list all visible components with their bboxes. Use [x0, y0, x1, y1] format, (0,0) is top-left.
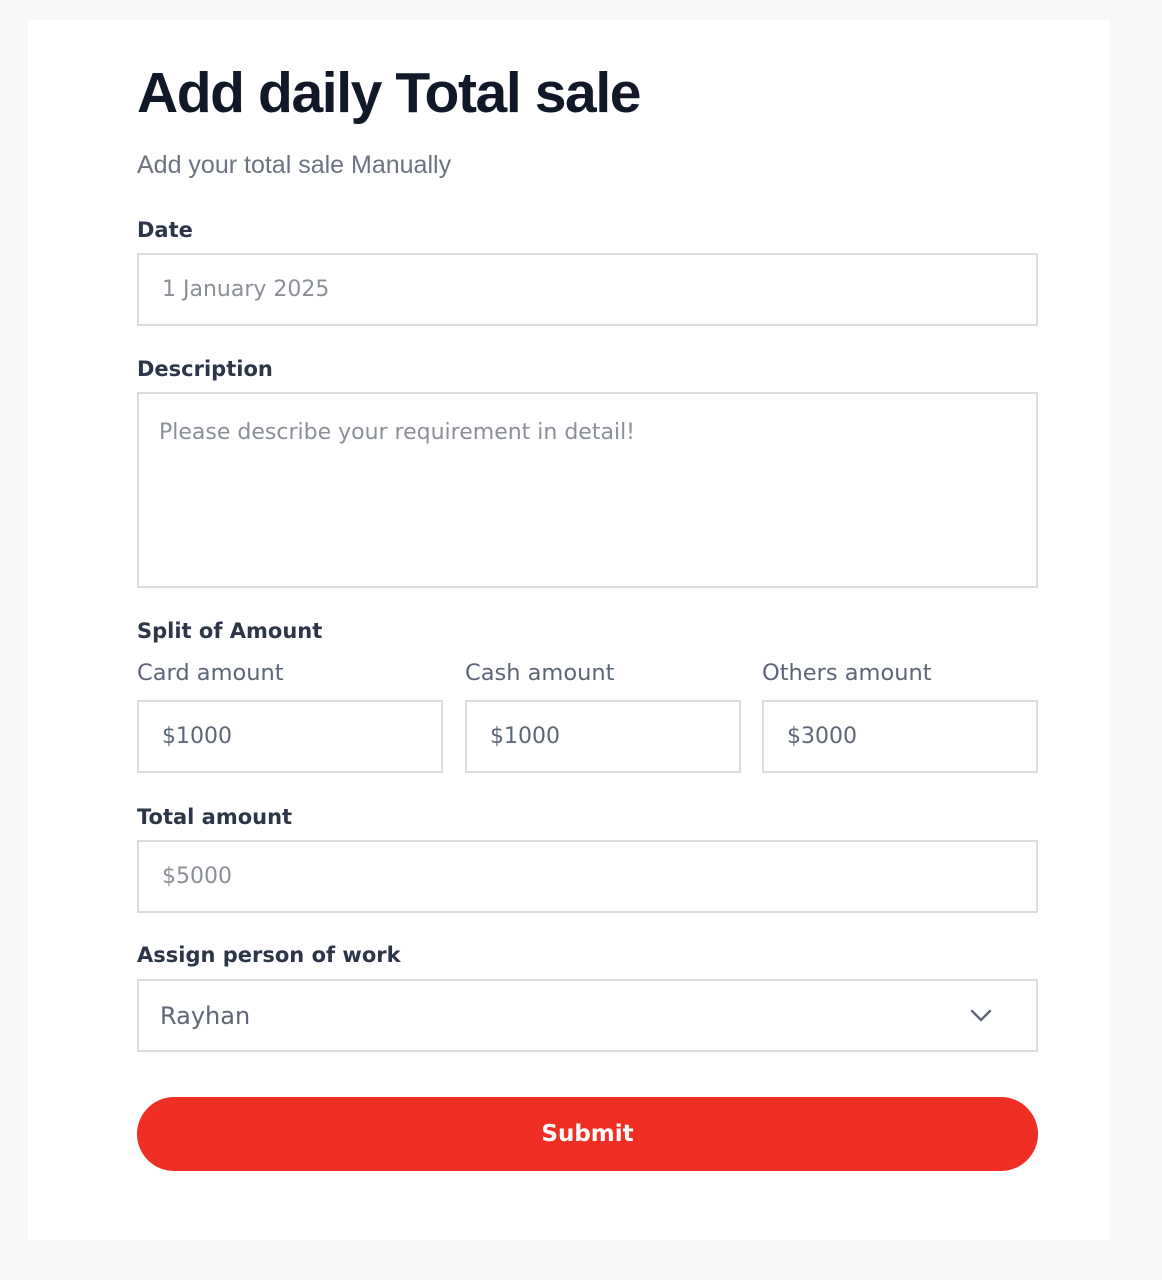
- card-amount-label: Card amount: [137, 660, 284, 686]
- date-value: 1 January 2025: [162, 277, 330, 302]
- split-label: Split of Amount: [137, 619, 323, 643]
- description-label: Description: [137, 357, 273, 381]
- total-amount-value: $5000: [162, 864, 232, 889]
- cash-amount-value: $1000: [490, 724, 560, 749]
- description-textarea[interactable]: Please describe your requirement in deta…: [137, 392, 1038, 588]
- chevron-down-icon: [970, 1009, 992, 1021]
- page-subtitle: Add your total sale Manually: [137, 151, 452, 179]
- date-label: Date: [137, 218, 193, 242]
- assign-person-value: Rayhan: [160, 1001, 251, 1030]
- card-amount-value: $1000: [162, 724, 232, 749]
- date-field[interactable]: 1 January 2025: [137, 253, 1038, 326]
- total-amount-label: Total amount: [137, 805, 293, 829]
- page-title: Add daily Total sale: [137, 61, 641, 125]
- description-placeholder: Please describe your requirement in deta…: [159, 420, 635, 445]
- others-amount-field[interactable]: $3000: [762, 700, 1038, 773]
- assign-person-label: Assign person of work: [137, 943, 401, 967]
- others-amount-label: Others amount: [762, 660, 932, 686]
- assign-person-select[interactable]: Rayhan: [137, 979, 1038, 1052]
- cash-amount-label: Cash amount: [465, 660, 615, 686]
- others-amount-value: $3000: [787, 724, 857, 749]
- card-amount-field[interactable]: $1000: [137, 700, 443, 773]
- total-amount-field[interactable]: $5000: [137, 840, 1038, 913]
- form-card: Add daily Total sale Add your total sale…: [28, 20, 1110, 1240]
- submit-button[interactable]: Submit: [137, 1097, 1038, 1171]
- cash-amount-field[interactable]: $1000: [465, 700, 741, 773]
